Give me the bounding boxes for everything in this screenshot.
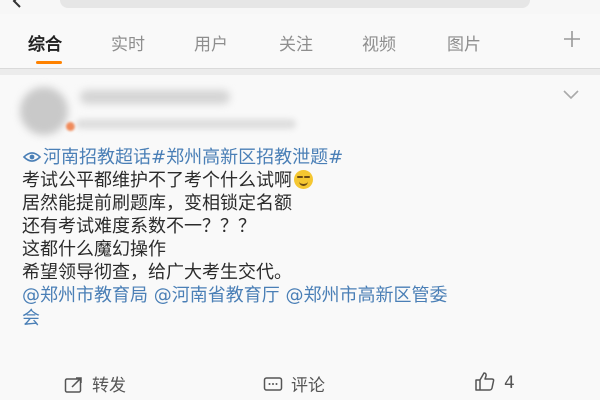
- back-arrow-icon[interactable]: [10, 0, 24, 8]
- avatar[interactable]: [20, 87, 68, 135]
- post-text: 河南招教超话#郑州高新区招教泄题# 考试公平都维护不了考个什么试啊 居然能提前刷…: [22, 146, 582, 330]
- mentions-line[interactable]: @郑州市教育局 @河南省教育厅 @郑州市高新区管委: [22, 284, 582, 307]
- topic-line[interactable]: 河南招教超话#郑州高新区招教泄题#: [22, 146, 582, 169]
- blurred-post-meta: [76, 119, 296, 129]
- like-icon: [475, 372, 495, 391]
- tab-realtime[interactable]: 实时: [111, 30, 145, 55]
- post-line: 这都什么魔幻操作: [22, 239, 166, 260]
- verified-dot: [66, 122, 75, 131]
- weibo-post-card: 河南招教超话#郑州高新区招教泄题# 考试公平都维护不了考个什么试啊 居然能提前刷…: [0, 75, 600, 400]
- blurred-user-name[interactable]: [80, 90, 230, 104]
- add-tab-icon[interactable]: [562, 29, 582, 49]
- post-action-bar: 转发 评论 4: [0, 365, 600, 400]
- tab-comprehensive[interactable]: 综合: [28, 30, 62, 55]
- comment-button[interactable]: 评论: [263, 371, 325, 396]
- repost-label: 转发: [92, 376, 126, 396]
- search-input[interactable]: [60, 0, 530, 8]
- post-line: 希望领导彻查，给广大考生交代。: [22, 262, 292, 283]
- tab-images[interactable]: 图片: [447, 30, 481, 55]
- chevron-down-icon[interactable]: [562, 87, 580, 101]
- comment-icon: [263, 377, 283, 391]
- like-count: 4: [504, 373, 515, 393]
- grimace-emoji-icon: [294, 170, 313, 189]
- topic-link-icon: [22, 152, 42, 162]
- post-line-text: 考试公平都维护不了考个什么试啊: [22, 170, 292, 191]
- search-tab-bar: 综合 实时 用户 关注 视频 图片: [0, 14, 600, 69]
- post-line: 还有考试难度系数不一？？？: [22, 216, 256, 237]
- repost-button[interactable]: 转发: [64, 371, 126, 396]
- tab-video[interactable]: 视频: [362, 30, 396, 55]
- topic-hashtags[interactable]: 河南招教超话#郑州高新区招教泄题#: [43, 147, 343, 168]
- tab-users[interactable]: 用户: [194, 30, 228, 55]
- post-line: 居然能提前刷题库，变相锁定名额: [22, 193, 292, 214]
- like-button[interactable]: 4: [474, 371, 515, 393]
- post-line: 考试公平都维护不了考个什么试啊: [22, 169, 582, 192]
- repost-icon: [64, 377, 82, 393]
- search-strip: [0, 0, 600, 14]
- active-tab-indicator: [36, 61, 62, 64]
- mentions-line-continued[interactable]: 会: [22, 307, 582, 330]
- tab-follow[interactable]: 关注: [279, 30, 313, 55]
- comment-label: 评论: [291, 376, 325, 396]
